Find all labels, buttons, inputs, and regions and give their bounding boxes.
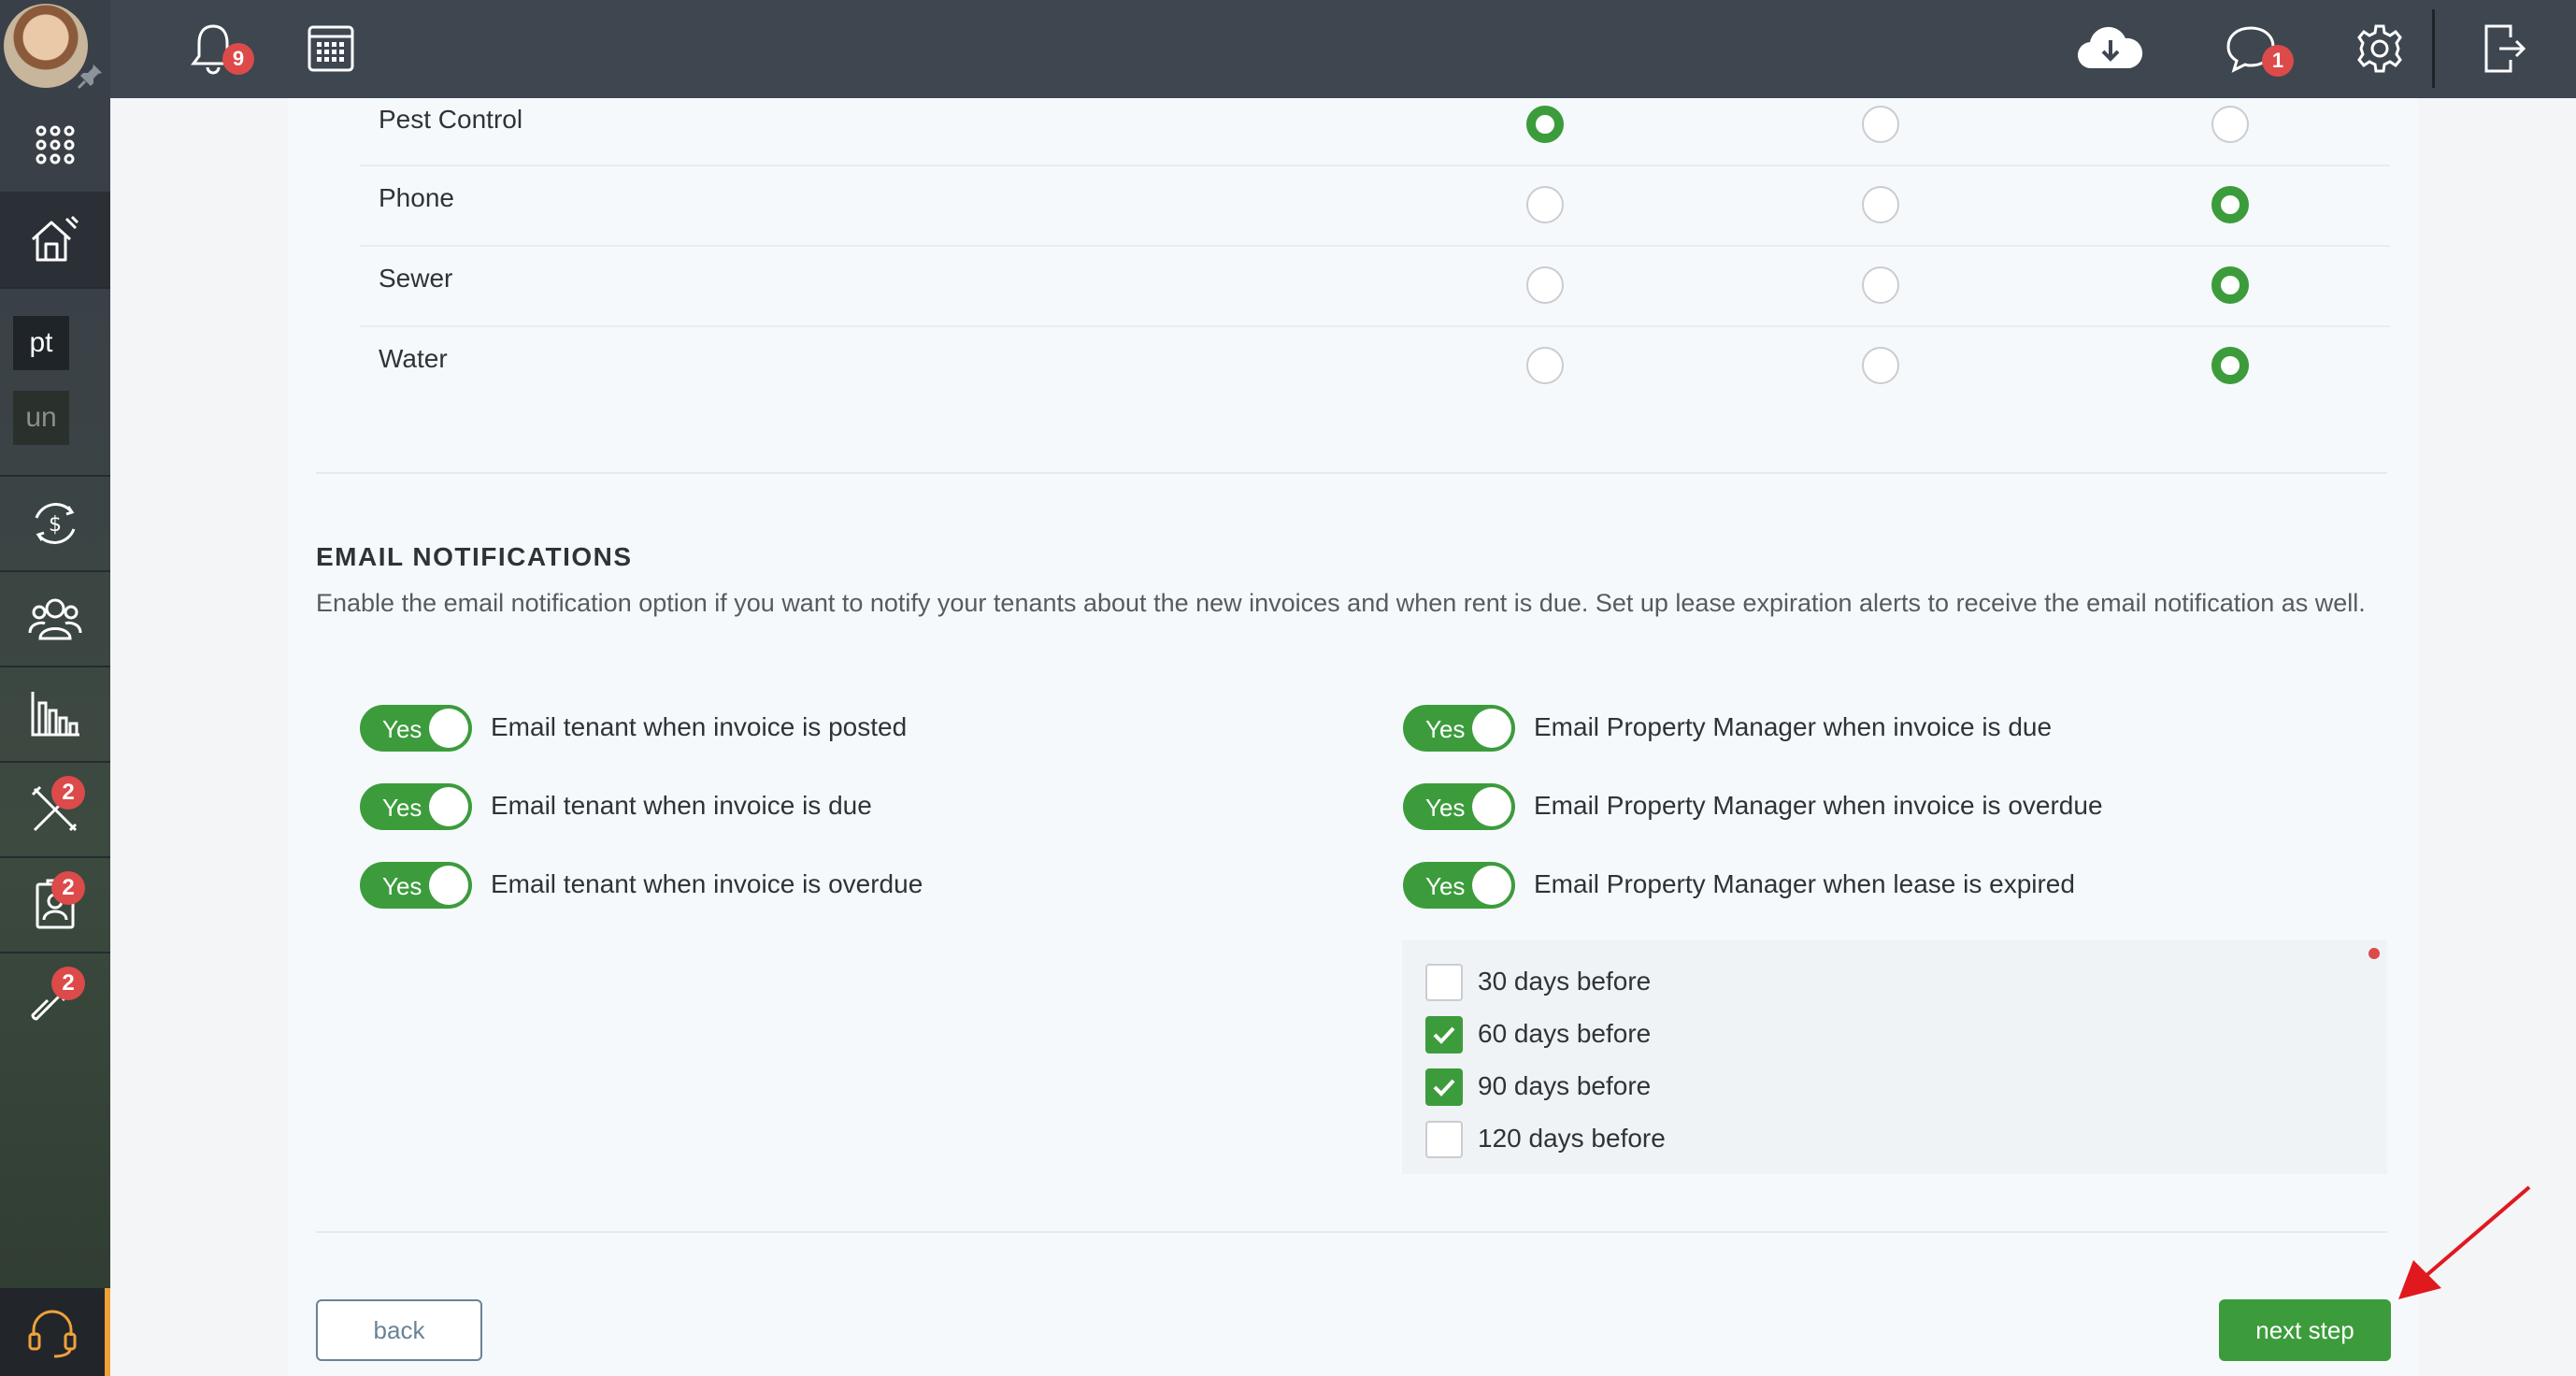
toggle-knob (1472, 787, 1511, 826)
toggle-knob (429, 866, 468, 905)
finance-icon[interactable]: $ (0, 477, 110, 570)
top-bar: 9 1 (110, 0, 2576, 98)
toggle-label: Yes (1425, 715, 1466, 743)
toggle-label: Yes (382, 794, 422, 822)
people-icon[interactable] (0, 572, 110, 666)
utility-row: Pest Control (360, 93, 2390, 166)
checkbox-label: 30 days before (1478, 967, 1652, 996)
maintenance-icon[interactable] (0, 763, 110, 856)
tenant-screening-icon[interactable] (0, 858, 110, 952)
toggle-text: Email Property Manager when lease is exp… (1534, 869, 2075, 898)
notifications-badge: 9 (222, 43, 254, 75)
tag-un[interactable]: un (13, 391, 69, 445)
checkbox-120-days[interactable] (1425, 1121, 1463, 1158)
tenants-badge: 2 (51, 871, 85, 905)
check-icon (1433, 1079, 1455, 1096)
svg-text:$: $ (49, 513, 62, 537)
toggle-knob (1472, 709, 1511, 748)
reports-icon[interactable] (0, 667, 110, 761)
next-step-button[interactable]: next step (2219, 1299, 2391, 1361)
integrations-badge: 2 (51, 967, 85, 1000)
utility-pest-control-option-3[interactable] (2211, 106, 2249, 143)
logout-icon[interactable] (2469, 13, 2540, 84)
utility-pest-control-option-1[interactable] (1526, 106, 1564, 143)
checkbox-label: 90 days before (1478, 1071, 1652, 1100)
support-icon[interactable] (0, 1288, 110, 1376)
utility-name: Phone (379, 183, 454, 212)
toggle-email-pm-lease-expired[interactable]: Yes (1403, 862, 1515, 909)
messages-badge: 1 (2262, 45, 2294, 77)
sidebar-divider (0, 287, 110, 289)
pin-icon[interactable] (77, 62, 105, 90)
section-divider (316, 472, 2387, 474)
user-avatar[interactable] (4, 4, 88, 88)
toggle-text: Email tenant when invoice is due (491, 791, 872, 820)
checkbox-label: 60 days before (1478, 1019, 1652, 1048)
back-button[interactable]: back (316, 1299, 482, 1361)
calendar-icon[interactable] (295, 13, 366, 84)
toggle-text: Email tenant when invoice is overdue (491, 869, 923, 898)
integrations-icon[interactable] (0, 953, 110, 1047)
toggle-label: Yes (1425, 872, 1466, 900)
toggle-knob (429, 709, 468, 748)
toggle-knob (1472, 866, 1511, 905)
checkbox-30-days[interactable] (1425, 964, 1463, 1001)
utility-pest-control-option-2[interactable] (1862, 106, 1899, 143)
utility-water-option-2[interactable] (1862, 347, 1899, 384)
toggle-email-pm-invoice-due[interactable]: Yes (1403, 705, 1515, 752)
toggle-knob (429, 787, 468, 826)
sidebar: pt un $ 2 2 2 (0, 0, 110, 1376)
toggle-label: Yes (1425, 794, 1466, 822)
email-notifications-title: EMAIL NOTIFICATIONS (316, 542, 633, 571)
utility-sewer-option-3[interactable] (2211, 266, 2249, 304)
utility-water-option-1[interactable] (1526, 347, 1564, 384)
apps-grid-icon[interactable] (0, 98, 110, 192)
utility-phone-option-1[interactable] (1526, 186, 1564, 223)
topbar-divider (2432, 9, 2435, 88)
utility-row: Sewer (360, 247, 2390, 327)
toggle-email-pm-invoice-overdue[interactable]: Yes (1403, 783, 1515, 830)
tag-un-label: un (25, 402, 57, 433)
tag-pt-label: pt (29, 327, 53, 358)
toggle-email-tenant-invoice-due[interactable]: Yes (360, 783, 472, 830)
toggle-email-tenant-invoice-overdue[interactable]: Yes (360, 862, 472, 909)
utility-sewer-option-2[interactable] (1862, 266, 1899, 304)
utility-name: Water (379, 344, 448, 373)
utility-water-option-3[interactable] (2211, 347, 2249, 384)
utility-row: Water (360, 327, 2390, 408)
toggle-label: Yes (382, 872, 422, 900)
email-notifications-description: Enable the email notification option if … (316, 589, 2366, 617)
utility-name: Sewer (379, 264, 453, 293)
annotation-arrow-icon (2398, 1185, 2531, 1299)
utility-phone-option-3[interactable] (2211, 186, 2249, 223)
toggle-text: Email tenant when invoice is posted (491, 712, 908, 741)
required-indicator (2368, 948, 2380, 959)
utility-phone-option-2[interactable] (1862, 186, 1899, 223)
toggle-label: Yes (382, 715, 422, 743)
utility-row: Phone (360, 166, 2390, 247)
check-icon (1433, 1026, 1455, 1044)
utility-name: Pest Control (379, 105, 523, 134)
toggle-text: Email Property Manager when invoice is d… (1534, 712, 2053, 741)
maintenance-badge: 2 (51, 776, 85, 810)
gear-icon[interactable] (2344, 13, 2415, 84)
tag-pt[interactable]: pt (13, 316, 69, 370)
toggle-email-tenant-invoice-posted[interactable]: Yes (360, 705, 472, 752)
property-icon[interactable] (0, 192, 110, 287)
toggle-text: Email Property Manager when invoice is o… (1534, 791, 2103, 820)
checkbox-60-days[interactable] (1425, 1016, 1463, 1054)
utility-sewer-option-1[interactable] (1526, 266, 1564, 304)
cloud-download-icon[interactable] (2075, 13, 2146, 84)
checkbox-90-days[interactable] (1425, 1068, 1463, 1106)
section-divider (316, 1231, 2387, 1233)
checkbox-label: 120 days before (1478, 1124, 1666, 1153)
